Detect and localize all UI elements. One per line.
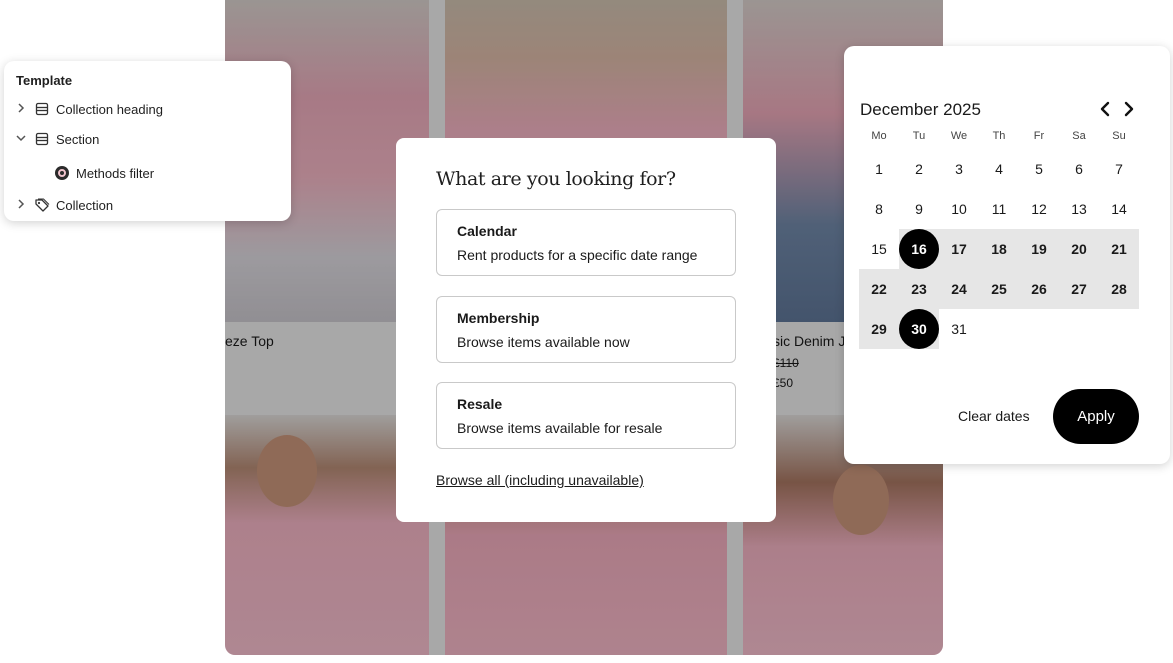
calendar-day[interactable]: 1	[859, 149, 899, 189]
option-title: Calendar	[457, 223, 517, 239]
option-membership[interactable]: Membership Browse items available now	[436, 296, 736, 363]
template-tree-panel: Template Collection heading Section Meth…	[4, 61, 291, 221]
calendar-day[interactable]: 3	[939, 149, 979, 189]
calendar-day[interactable]: 20	[1059, 229, 1099, 269]
calendar-day[interactable]: 14	[1099, 189, 1139, 229]
calendar-day[interactable]: 31	[939, 309, 979, 349]
option-description: Rent products for a specific date range	[457, 247, 698, 263]
calendar-day[interactable]: 21	[1099, 229, 1139, 269]
calendar-day[interactable]: 8	[859, 189, 899, 229]
tree-item-label: Methods filter	[76, 165, 155, 181]
chevron-right-icon[interactable]	[14, 102, 28, 116]
calendar-day[interactable]: 17	[939, 229, 979, 269]
modal-title: What are you looking for?	[436, 168, 676, 190]
chevron-down-icon[interactable]	[14, 133, 28, 145]
calendar-day[interactable]: 18	[979, 229, 1019, 269]
tree-item-label: Collection heading	[56, 101, 163, 117]
option-resale[interactable]: Resale Browse items available for resale	[436, 382, 736, 449]
option-description: Browse items available for resale	[457, 420, 663, 436]
calendar-day[interactable]: 13	[1059, 189, 1099, 229]
calendar-day[interactable]: 9	[899, 189, 939, 229]
calendar-day[interactable]: 10	[939, 189, 979, 229]
calendar-day[interactable]: 19	[1019, 229, 1059, 269]
weekday-label: Su	[1112, 130, 1126, 142]
clear-dates-button[interactable]: Clear dates	[958, 408, 1030, 424]
layout-section-icon	[34, 101, 50, 117]
calendar-day[interactable]: 27	[1059, 269, 1099, 309]
calendar-day[interactable]: 25	[979, 269, 1019, 309]
option-title: Resale	[457, 396, 503, 412]
chevron-left-icon[interactable]	[1094, 98, 1116, 120]
calendar-day[interactable]: 26	[1019, 269, 1059, 309]
calendar-day[interactable]: 5	[1019, 149, 1059, 189]
calendar-day[interactable]: 28	[1099, 269, 1139, 309]
weekday-label: Mo	[871, 130, 887, 142]
calendar-day[interactable]: 30	[899, 309, 939, 349]
option-title: Membership	[457, 310, 540, 326]
calendar-day[interactable]: 4	[979, 149, 1019, 189]
calendar-month-label: December 2025	[860, 100, 981, 119]
calendar-day[interactable]: 24	[939, 269, 979, 309]
calendar-day[interactable]: 22	[859, 269, 899, 309]
calendar-day[interactable]: 29	[859, 309, 899, 349]
tree-item-section[interactable]: Section	[14, 128, 99, 150]
chevron-right-icon[interactable]	[1118, 98, 1140, 120]
calendar-day[interactable]: 23	[899, 269, 939, 309]
calendar-day[interactable]: 16	[899, 229, 939, 269]
weekday-label: Sa	[1072, 130, 1086, 142]
tag-icon	[34, 197, 50, 213]
tree-item-collection-heading[interactable]: Collection heading	[14, 98, 163, 120]
calendar-day[interactable]: 15	[859, 229, 899, 269]
option-calendar[interactable]: Calendar Rent products for a specific da…	[436, 209, 736, 276]
calendar-day[interactable]: 6	[1059, 149, 1099, 189]
calendar-day[interactable]: 11	[979, 189, 1019, 229]
chevron-right-icon[interactable]	[14, 198, 28, 212]
tree-item-methods-filter[interactable]: Methods filter	[48, 162, 154, 184]
weekday-label: Th	[992, 130, 1006, 142]
calendar-day[interactable]: 12	[1019, 189, 1059, 229]
weekday-label: Tu	[912, 130, 926, 142]
tree-item-label: Section	[56, 131, 100, 147]
weekday-label: Fr	[1033, 130, 1045, 142]
layout-section-icon	[34, 131, 50, 147]
tree-item-collection[interactable]: Collection	[14, 194, 113, 216]
apply-button[interactable]: Apply	[1053, 389, 1139, 444]
weekday-label: We	[950, 130, 968, 142]
tree-item-label: Collection	[56, 197, 114, 213]
calendar-day[interactable]: 2	[899, 149, 939, 189]
calendar-day[interactable]: 7	[1099, 149, 1139, 189]
option-description: Browse items available now	[457, 334, 630, 350]
tree-title: Template	[16, 73, 73, 88]
rental-method-modal: What are you looking for? Calendar Rent …	[396, 138, 776, 522]
date-range-picker: December 2025 Mo Tu We Th Fr Sa Su 1 2 3 4 5 6 7 8 9 10…	[844, 46, 1170, 464]
browse-all-link[interactable]: Browse all (including unavailable)	[436, 472, 644, 488]
app-block-icon	[54, 165, 70, 181]
